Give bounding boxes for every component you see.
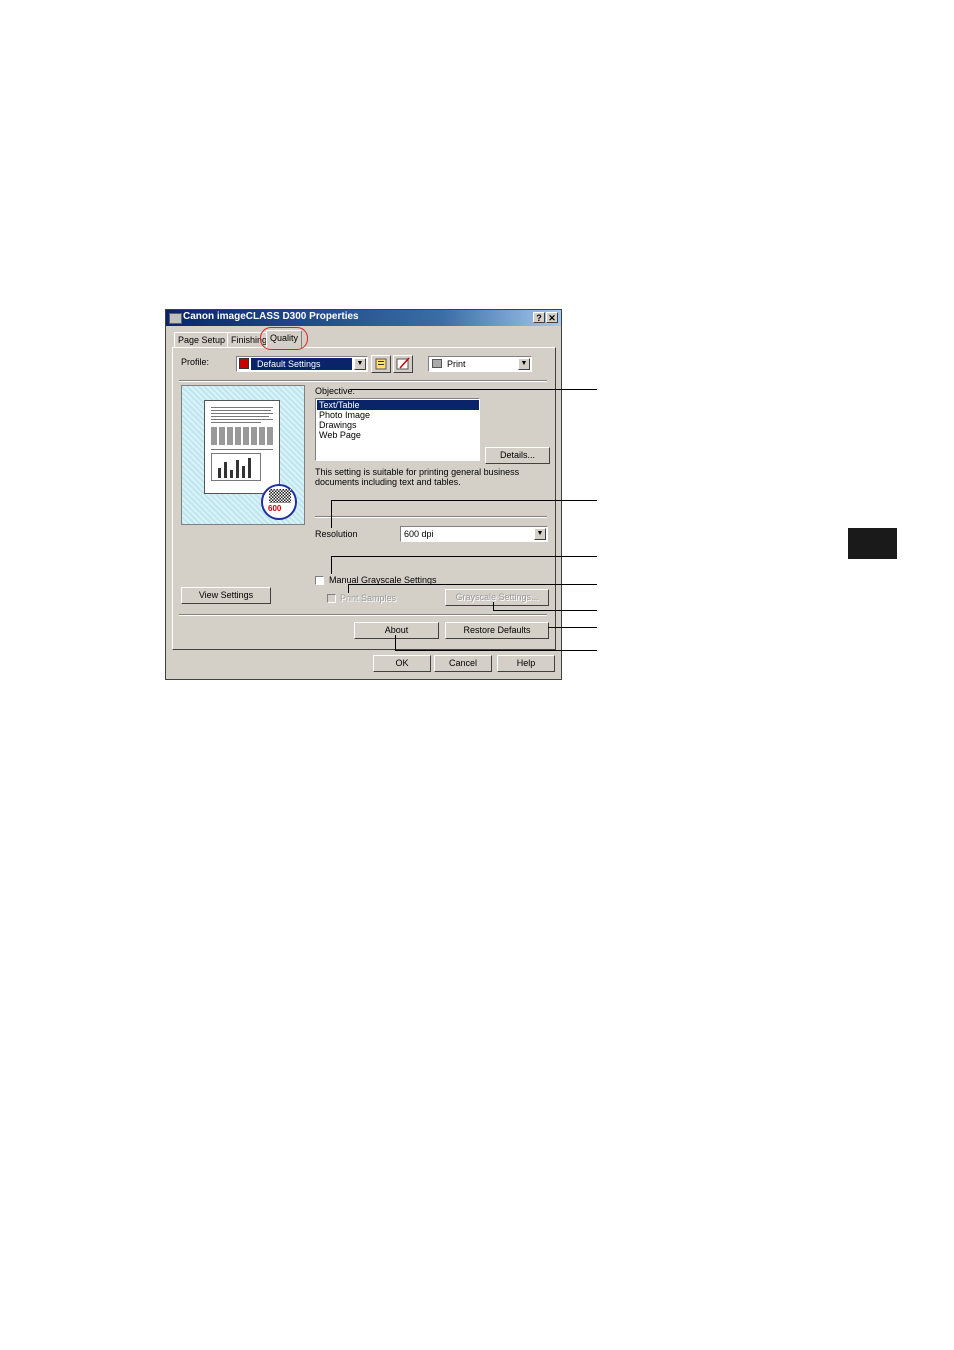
restore-defaults-button[interactable]: Restore Defaults xyxy=(445,622,549,639)
resolution-badge: 600 xyxy=(261,484,297,520)
resolution-value: 600 dpi xyxy=(404,529,434,539)
cancel-button[interactable]: Cancel xyxy=(434,655,492,672)
callout-line-about-v xyxy=(395,635,396,651)
section-tab-marker xyxy=(848,528,897,559)
tab-page-setup[interactable]: Page Setup xyxy=(174,332,230,347)
divider xyxy=(179,380,547,382)
objective-description: This setting is suitable for printing ge… xyxy=(315,467,520,487)
tab-highlight-circle xyxy=(260,327,308,350)
divider xyxy=(179,614,547,616)
preview-table xyxy=(211,427,273,445)
add-profile-icon xyxy=(375,358,387,370)
profile-combo[interactable]: Default Settings ▼ xyxy=(236,356,368,372)
callout-line-grayscale-settings-v xyxy=(493,602,494,611)
view-settings-button[interactable]: View Settings xyxy=(181,587,271,604)
grayscale-settings-button[interactable]: Grayscale Settings... xyxy=(445,589,549,606)
details-button[interactable]: Details... xyxy=(485,447,550,464)
chevron-down-icon[interactable]: ▼ xyxy=(354,358,366,370)
edit-profile-button[interactable] xyxy=(393,355,413,373)
callout-line-manual-grayscale xyxy=(331,556,597,557)
callout-line-grayscale-settings xyxy=(493,610,597,611)
title-bar[interactable]: Canon imageCLASS D300 Properties ? ✕ xyxy=(166,310,561,326)
profile-label: Profile: xyxy=(181,357,210,367)
about-button[interactable]: About xyxy=(354,622,439,639)
resolution-label: Resolution xyxy=(315,529,358,539)
callout-line-resolution-v xyxy=(331,500,332,528)
print-samples-checkbox[interactable] xyxy=(327,594,336,603)
callout-line-print-samples xyxy=(348,584,597,585)
print-icon xyxy=(432,359,442,368)
profile-icon xyxy=(239,358,249,369)
output-method-value: Print xyxy=(447,359,466,369)
print-samples-label: Print Samples xyxy=(340,593,397,603)
printer-icon xyxy=(169,313,182,324)
print-preview: 600 xyxy=(181,385,305,525)
list-item[interactable]: Drawings xyxy=(317,420,357,430)
chevron-down-icon[interactable]: ▼ xyxy=(534,528,546,540)
objective-listbox[interactable]: Text/Table Photo Image Drawings Web Page xyxy=(315,398,480,461)
preview-chart xyxy=(211,453,261,481)
list-item[interactable]: Web Page xyxy=(317,430,361,440)
chevron-down-icon[interactable]: ▼ xyxy=(518,358,530,370)
callout-line-print-samples-v xyxy=(348,584,349,593)
list-item[interactable]: Photo Image xyxy=(317,410,370,420)
close-title-button[interactable]: ✕ xyxy=(546,312,558,323)
preview-page xyxy=(204,400,280,494)
callout-line-objective xyxy=(350,389,597,390)
divider xyxy=(315,516,547,518)
edit-profile-icon xyxy=(396,357,410,370)
dpi-badge-text: 600 xyxy=(268,504,282,513)
callout-line-resolution xyxy=(331,500,597,501)
output-method-combo[interactable]: Print ▼ xyxy=(428,356,532,372)
help-title-button[interactable]: ? xyxy=(533,312,545,323)
callout-line-manual-grayscale-v xyxy=(331,556,332,574)
window-title: Canon imageCLASS D300 Properties xyxy=(183,311,359,322)
profile-value: Default Settings xyxy=(257,359,321,369)
list-item[interactable]: Text/Table xyxy=(317,400,479,410)
resolution-combo[interactable]: 600 dpi ▼ xyxy=(400,526,548,542)
help-button[interactable]: Help xyxy=(497,655,555,672)
callout-line-restore-defaults xyxy=(548,627,597,628)
manual-grayscale-checkbox[interactable] xyxy=(315,576,324,585)
objective-label: Objective: xyxy=(315,386,356,396)
properties-dialog: Canon imageCLASS D300 Properties ? ✕ Pag… xyxy=(165,309,562,680)
add-profile-button[interactable] xyxy=(371,355,391,373)
callout-line-about xyxy=(395,650,597,651)
quality-tab-panel: Profile: Default Settings ▼ Print ▼ 600 … xyxy=(172,347,556,650)
ok-button[interactable]: OK xyxy=(373,655,431,672)
